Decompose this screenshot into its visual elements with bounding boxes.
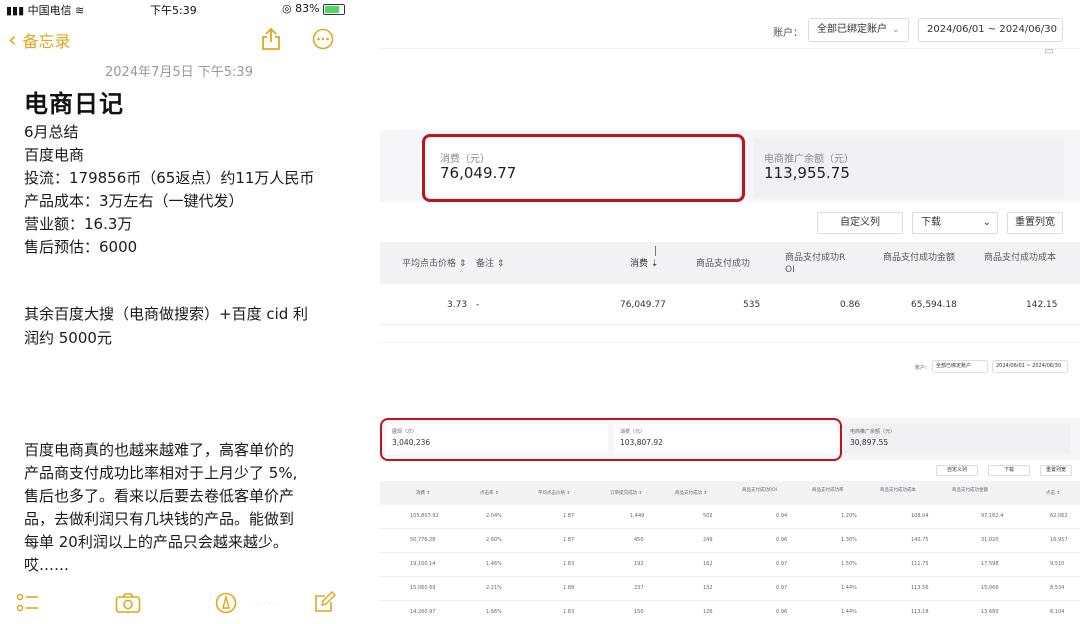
status-battery-group: ◎ 83% [282,2,346,15]
table-row [380,284,1080,325]
compose-icon [315,590,337,612]
col-header[interactable]: 点击 ⇕ [1046,490,1060,496]
table-body: 105,807.92 2.04% 1.87 1,449 502 0.94 1.2… [380,505,1080,624]
col-header[interactable]: 订单提交成功 ⇕ [610,490,642,496]
battery-percent: 83% [295,2,320,15]
kpi-value: 113,955.75 [764,164,850,182]
more-button[interactable] [312,28,334,54]
kpi-value: 30,897.55 [850,438,889,447]
note-line: 产品商支付成功比率相对于上月少了 5%, [24,464,298,482]
note-line: 产品成本：3万左右（一键代发） [24,192,244,210]
checklist-button[interactable] [16,592,40,618]
col-header[interactable]: 点击率 ⇕ [480,490,499,496]
share-button[interactable] [260,27,282,55]
chevron-down-icon: ⌄ [982,217,991,228]
note-title: 电商日记 [24,90,124,118]
table-row: 19,100.14 1.46% 1.83 192 162 0.97 1.50% … [380,553,1080,577]
cell: 0.86 [840,300,861,310]
divider [380,342,1080,343]
col-header[interactable]: 商品支付成功R OI [785,252,849,276]
more-icon [312,28,334,50]
note-line: 润约 5000元 [24,329,112,347]
col-header[interactable]: 商品支付成功 ⇕ [675,490,707,496]
col-header[interactable]: 商品支付成功成本 [984,252,1058,264]
download-select[interactable]: 下载 ⌄ [912,212,998,234]
carrier-label: 中国电信 [27,4,72,17]
note-line: 营业额：16.3万 [24,215,133,233]
chevron-left-icon: ‹ [8,28,17,53]
download-select[interactable]: 下载 [988,465,1030,476]
kpi-card-balance: 电商推广余额（元） 113,955.75 [754,138,1064,198]
custom-columns-button[interactable]: 自定义列 [817,212,903,234]
checklist-icon [16,593,38,612]
note-line: 哎…… [24,556,70,574]
account-select[interactable]: 全部已绑定账户 [932,360,988,373]
account-label: 账户： [915,365,931,371]
chevron-down-icon: ⌄ [891,24,900,35]
camera-button[interactable] [115,592,141,618]
kpi-label: 电商推广余额（元） [764,154,854,165]
note-line: 其余百度大搜（电商做搜索）+百度 cid 利 [24,305,309,323]
table-row: 14,260.97 1.66% 1.83 150 126 0.96 1.44% … [410,609,1065,615]
reset-columns-button[interactable]: 重置列宽 [1007,212,1063,234]
col-header[interactable]: 备注 ⇕ [476,258,504,270]
share-icon [262,27,280,50]
table-row: 50,776.28 2.60% 1.87 450 249 0.96 1.30% … [380,529,1080,553]
markup-button[interactable] [215,592,237,618]
watermark: · · · · · · [255,600,280,608]
cell: - [476,300,480,310]
date-range-picker[interactable]: 2024/06/01 ~ 2024/06/30 ▭ [918,18,1063,57]
note-line: 投流：179856币（65返点）约11万人民币 [24,169,315,187]
table-row: 105,807.92 2.04% 1.87 1,449 502 0.94 1.2… [380,505,1080,529]
cell: 142.15 [1026,300,1058,310]
col-header[interactable]: 商品支付成功金额 [952,487,988,493]
cell: 76,049.77 [620,300,666,310]
wifi-icon: ≋ [75,4,85,17]
col-header[interactable]: 商品支付成功 [696,258,750,270]
status-time: 下午5:39 [150,4,197,17]
account-select[interactable]: 全部已绑定账户 ⌄ [808,18,909,42]
back-label: 备忘录 [22,32,71,51]
custom-columns-button[interactable]: 自定义列 [936,465,978,476]
account-label: 账户： [773,28,803,39]
calendar-icon: ▭ [1044,46,1054,57]
note-line: 售后预估：6000 [24,238,138,256]
cell: 3.73 [447,300,468,310]
pen-tip-icon [215,592,237,614]
col-header[interactable]: 商品支付成功率 [812,487,844,493]
kpi-card-balance: 电商推广余额（元） 30,897.55 [844,424,1070,454]
date-range-picker[interactable]: 2024/06/01 ~ 2024/06/30 [992,360,1068,373]
note-line: 百度电商 [24,146,85,164]
cell: 65,594.18 [911,300,957,310]
col-header-spend[interactable]: 消费 ⇣ [630,258,658,270]
col-header[interactable]: 商品支付成功ROI [742,487,777,493]
col-header[interactable]: 平均点击价格 ⇕ [402,258,466,270]
col-header[interactable]: 商品支付成功金额 [883,252,955,264]
battery-icon [323,3,346,15]
ads-dashboard-screenshots: 账户： 全部已绑定账户 ⌄ 2024/06/01 ~ 2024/06/30 ▭ … [380,0,1080,624]
kpi-label: 电商推广余额（元） [850,429,896,435]
camera-icon [115,593,141,613]
notes-app: ▮▮▮ 中国电信 ≋ 下午5:39 ◎ 83% ‹ 备忘录 2024年7月5日 … [0,0,358,624]
col-header[interactable]: 商品支付成功成本 [880,487,916,493]
note-line: 6月总结 [24,123,79,141]
note-line: 每单 20利润以上的产品只会越来越少。 [24,533,288,551]
highlight-box [422,134,745,202]
note-date: 2024年7月5日 下午5:39 [105,65,253,80]
status-bar: ▮▮▮ 中国电信 ≋ [6,2,84,18]
highlight-box [380,418,842,461]
resize-handle[interactable] [655,246,656,256]
compose-button[interactable] [314,590,337,617]
note-line: 百度电商真的也越来越难了，高客单价的 [24,441,295,459]
lock-rotation-icon: ◎ [282,2,292,15]
reset-columns-button[interactable]: 重置列宽 [1040,465,1072,476]
back-button[interactable]: ‹ 备忘录 [8,28,71,53]
note-line: 品，去做利润只有几块钱的产品。能做到 [24,510,295,528]
signal-icon: ▮▮▮ [6,4,25,17]
cell: 535 [743,300,761,310]
col-header[interactable]: 平均点击价格 ⇕ [538,490,570,496]
col-header[interactable]: 消费 ⇕ [416,490,430,496]
table-row: 15,060.69 2.21% 1.89 237 132 0.97 1.44% … [380,577,1080,601]
note-line: 售后也多了。看来以后要去卷低客单价产 [24,487,295,505]
